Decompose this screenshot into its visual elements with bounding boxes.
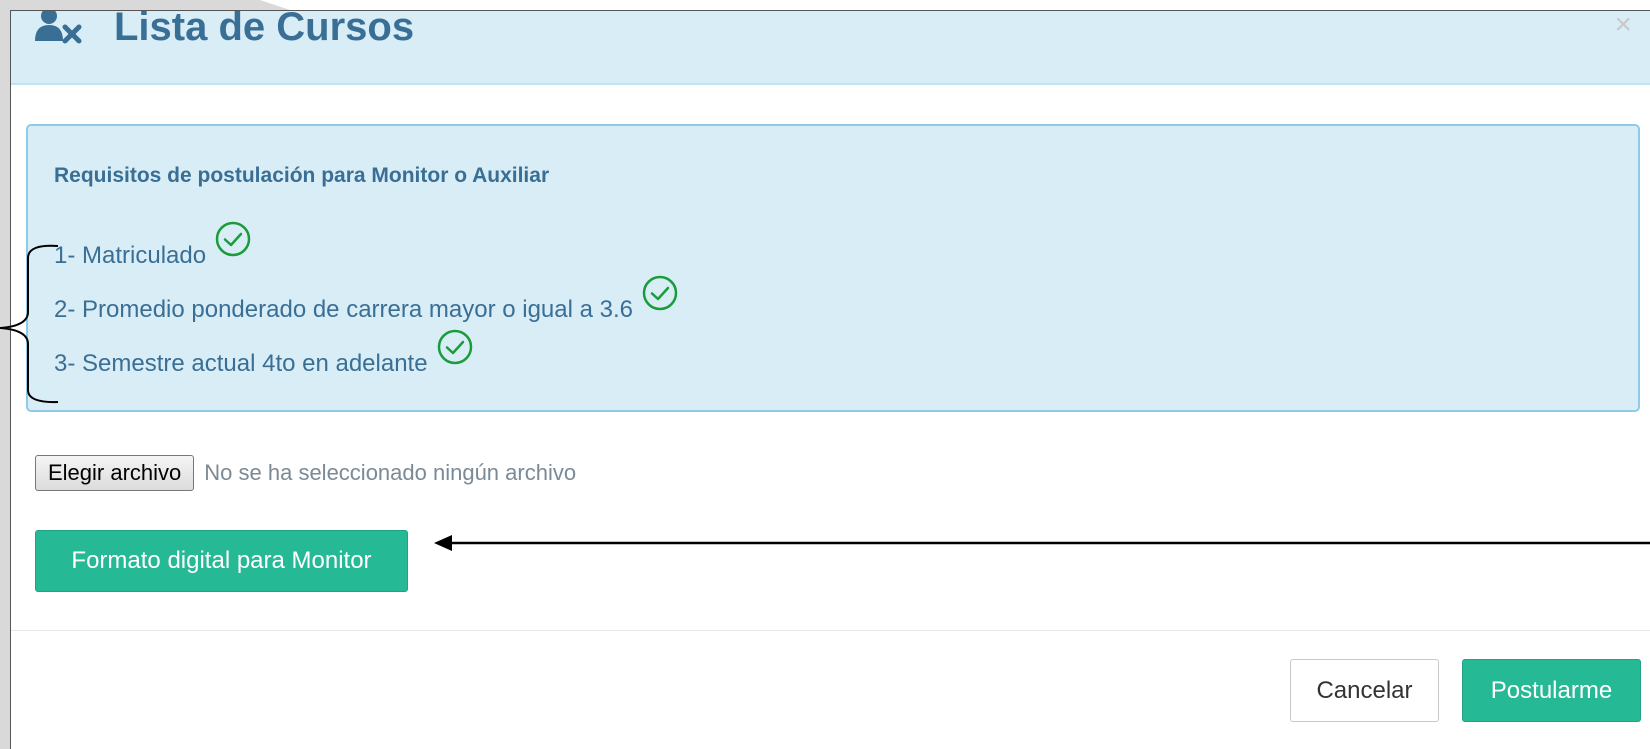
close-icon[interactable]: × bbox=[1614, 11, 1632, 45]
check-circle-icon bbox=[214, 220, 252, 258]
check-circle-icon bbox=[641, 274, 679, 312]
requirements-heading: Requisitos de postulación para Monitor o… bbox=[54, 164, 550, 187]
cancel-button[interactable]: Cancelar bbox=[1290, 659, 1439, 722]
requirements-panel: Requisitos de postulación para Monitor o… bbox=[26, 124, 1640, 412]
course-list-modal: Lista de Cursos × Requisitos de postulac… bbox=[10, 10, 1650, 749]
requirement-label: 1- Matriculado bbox=[54, 242, 207, 269]
screenshot-stage: Lista de Cursos × Requisitos de postulac… bbox=[0, 0, 1650, 749]
requirement-label: 2- Promedio ponderado de carrera mayor o… bbox=[54, 296, 633, 323]
backdrop-tab bbox=[0, 0, 290, 10]
check-circle-icon bbox=[436, 328, 474, 366]
requirement-item: 3- Semestre actual 4to en adelante bbox=[54, 329, 474, 378]
choose-file-button[interactable]: Elegir archivo bbox=[35, 455, 195, 491]
modal-title: Lista de Cursos bbox=[114, 10, 415, 49]
file-status-text: No se ha seleccionado ningún archivo bbox=[204, 460, 577, 485]
modal-header: Lista de Cursos × bbox=[11, 11, 1650, 85]
monitor-format-button[interactable]: Formato digital para Monitor bbox=[35, 530, 408, 592]
page-backdrop bbox=[0, 0, 10, 749]
file-upload-row: Elegir archivo No se ha seleccionado nin… bbox=[35, 455, 576, 491]
requirement-label: 3- Semestre actual 4to en adelante bbox=[54, 350, 428, 377]
apply-button[interactable]: Postularme bbox=[1462, 659, 1641, 722]
requirement-item: 2- Promedio ponderado de carrera mayor o… bbox=[54, 275, 679, 324]
user-times-icon bbox=[35, 11, 85, 45]
requirement-item: 1- Matriculado bbox=[54, 221, 252, 270]
footer-divider bbox=[11, 630, 1650, 631]
